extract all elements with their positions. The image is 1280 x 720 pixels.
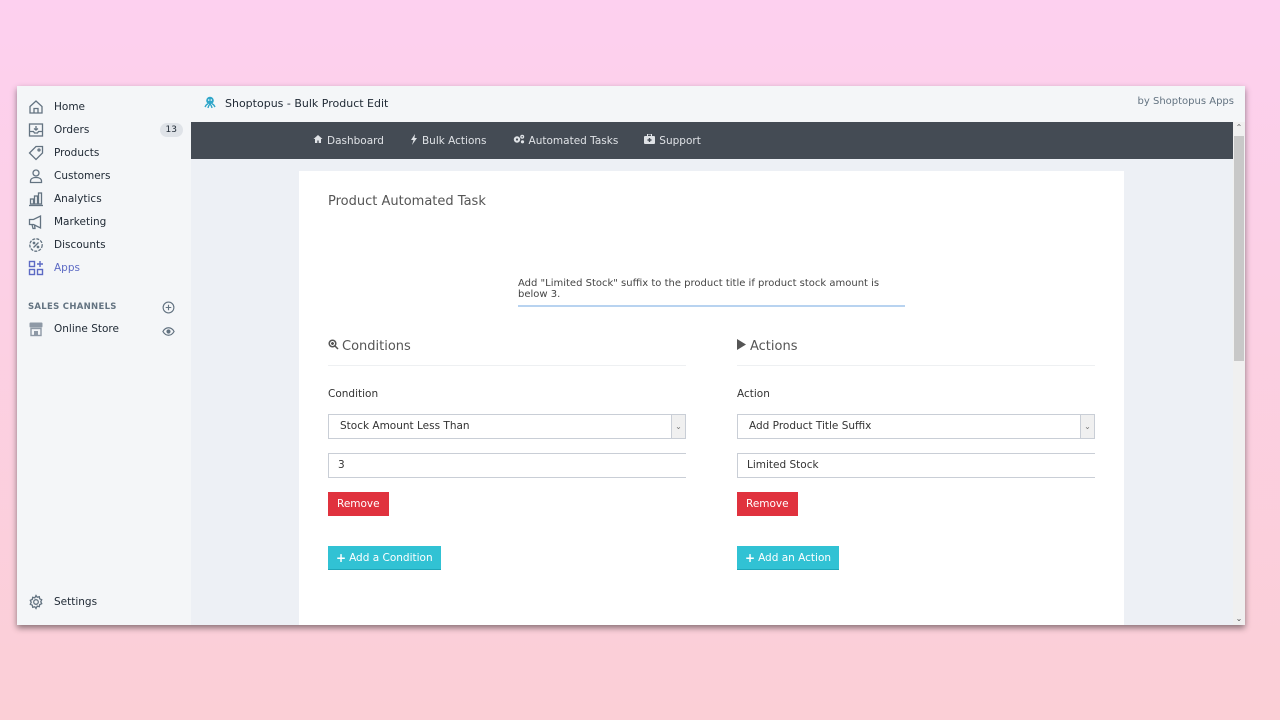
frame-scrollbar[interactable]: ⌃ ⌄: [1233, 122, 1245, 625]
condition-type-select[interactable]: Stock Amount Less Than ⌄: [328, 414, 686, 439]
condition-value-input[interactable]: 3: [328, 453, 686, 478]
view-store-eye-icon[interactable]: [162, 323, 175, 342]
add-action-label: Add an Action: [758, 551, 832, 564]
sales-channels-heading: SALES CHANNELS: [28, 302, 117, 312]
scrollbar-thumb[interactable]: [1234, 136, 1244, 361]
add-condition-label: Add a Condition: [349, 551, 433, 564]
bar-chart-icon: [27, 190, 45, 208]
action-select-value: Add Product Title Suffix: [749, 420, 872, 432]
sidebar-item-settings[interactable]: Settings: [27, 592, 177, 612]
home-icon: [27, 98, 45, 116]
nav-label: Automated Tasks: [528, 134, 619, 147]
store-icon: [27, 320, 45, 338]
condition-label: Condition: [328, 388, 379, 400]
octopus-logo-icon: [203, 95, 217, 112]
divider: [737, 365, 1095, 366]
search-plus-icon: [328, 339, 339, 353]
sidebar-item-discounts[interactable]: Discounts: [27, 235, 177, 255]
sidebar-item-products[interactable]: Products: [27, 143, 177, 163]
nav-label: Dashboard: [327, 134, 384, 147]
tag-icon: [27, 144, 45, 162]
scroll-up-arrow-icon[interactable]: ⌃: [1233, 122, 1245, 134]
sidebar-item-label: Orders: [54, 124, 90, 136]
sidebar-item-label: Marketing: [54, 216, 107, 228]
conditions-heading-text: Conditions: [342, 338, 411, 354]
app-frame: Dashboard Bulk Actions Automated Tasks S…: [191, 122, 1233, 625]
chevron-down-icon: ⌄: [671, 415, 685, 438]
plus-icon: +: [745, 550, 756, 565]
app-top-nav: Dashboard Bulk Actions Automated Tasks S…: [191, 122, 1233, 159]
action-label: Action: [737, 388, 770, 400]
scroll-down-arrow-icon[interactable]: ⌄: [1233, 613, 1245, 625]
condition-select-value: Stock Amount Less Than: [340, 420, 470, 432]
person-icon: [27, 167, 45, 185]
remove-condition-button[interactable]: Remove: [328, 492, 389, 516]
sidebar-item-label: Home: [54, 101, 86, 113]
gears-icon: [513, 134, 525, 147]
sidebar-item-label: Products: [54, 147, 100, 159]
app-title-text: Shoptopus - Bulk Product Edit: [225, 97, 389, 110]
action-type-select[interactable]: Add Product Title Suffix ⌄: [737, 414, 1095, 439]
medkit-icon: [644, 133, 656, 147]
nav-label: Bulk Actions: [421, 134, 487, 147]
discount-icon: [27, 236, 45, 254]
nav-dashboard[interactable]: Dashboard: [313, 134, 384, 147]
developer-link[interactable]: by Shoptopus Apps: [1138, 96, 1234, 107]
sidebar-item-apps[interactable]: Apps: [27, 258, 177, 278]
sidebar-item-analytics[interactable]: Analytics: [27, 189, 177, 209]
conditions-section: Conditions Condition Stock Amount Less T…: [328, 337, 686, 570]
sidebar-item-label: Customers: [54, 170, 111, 182]
task-description-input[interactable]: Add "Limited Stock" suffix to the produc…: [518, 278, 905, 307]
app-header: Shoptopus - Bulk Product Edit by Shoptop…: [191, 86, 1245, 122]
actions-heading: Actions: [737, 337, 1095, 355]
nav-automated-tasks[interactable]: Automated Tasks: [513, 134, 619, 147]
admin-window: Home Orders 13 Products Customers Analyt…: [17, 86, 1245, 625]
sidebar-item-label: Discounts: [54, 239, 106, 251]
sidebar-item-home[interactable]: Home: [27, 97, 177, 117]
nav-label: Support: [659, 134, 701, 147]
bolt-icon: [410, 133, 418, 148]
play-icon: [737, 339, 747, 353]
nav-support[interactable]: Support: [644, 133, 701, 147]
chevron-down-icon: ⌄: [1080, 415, 1094, 438]
add-condition-button[interactable]: + Add a Condition: [328, 546, 441, 570]
actions-section: Actions Action Add Product Title Suffix …: [737, 337, 1095, 570]
orders-count-badge: 13: [159, 123, 183, 137]
add-action-button[interactable]: + Add an Action: [737, 546, 840, 570]
actions-heading-text: Actions: [750, 338, 798, 354]
automated-task-card: Product Automated Task Add "Limited Stoc…: [299, 171, 1124, 625]
sidebar-item-marketing[interactable]: Marketing: [27, 212, 177, 232]
megaphone-icon: [27, 213, 45, 231]
sidebar-item-label: Apps: [54, 262, 80, 274]
page-title: Product Automated Task: [328, 194, 486, 209]
divider: [328, 365, 686, 366]
sidebar-item-label: Analytics: [54, 193, 102, 205]
remove-action-button[interactable]: Remove: [737, 492, 798, 516]
plus-icon: +: [336, 550, 347, 565]
sidebar-item-orders[interactable]: Orders 13: [27, 120, 183, 140]
add-sales-channel-icon[interactable]: [162, 299, 175, 318]
sidebar: Home Orders 13 Products Customers Analyt…: [17, 86, 191, 625]
apps-icon: [27, 259, 45, 277]
sidebar-item-online-store[interactable]: Online Store: [27, 319, 177, 339]
sidebar-item-customers[interactable]: Customers: [27, 166, 177, 186]
app-title: Shoptopus - Bulk Product Edit: [203, 95, 388, 112]
action-value-input[interactable]: Limited Stock: [737, 453, 1095, 478]
nav-bulk-actions[interactable]: Bulk Actions: [410, 133, 487, 148]
sidebar-item-label: Settings: [54, 596, 98, 608]
home-icon: [313, 134, 323, 147]
orders-icon: [27, 121, 45, 139]
gear-icon: [27, 593, 45, 611]
conditions-heading: Conditions: [328, 337, 686, 355]
sidebar-item-label: Online Store: [54, 323, 119, 335]
